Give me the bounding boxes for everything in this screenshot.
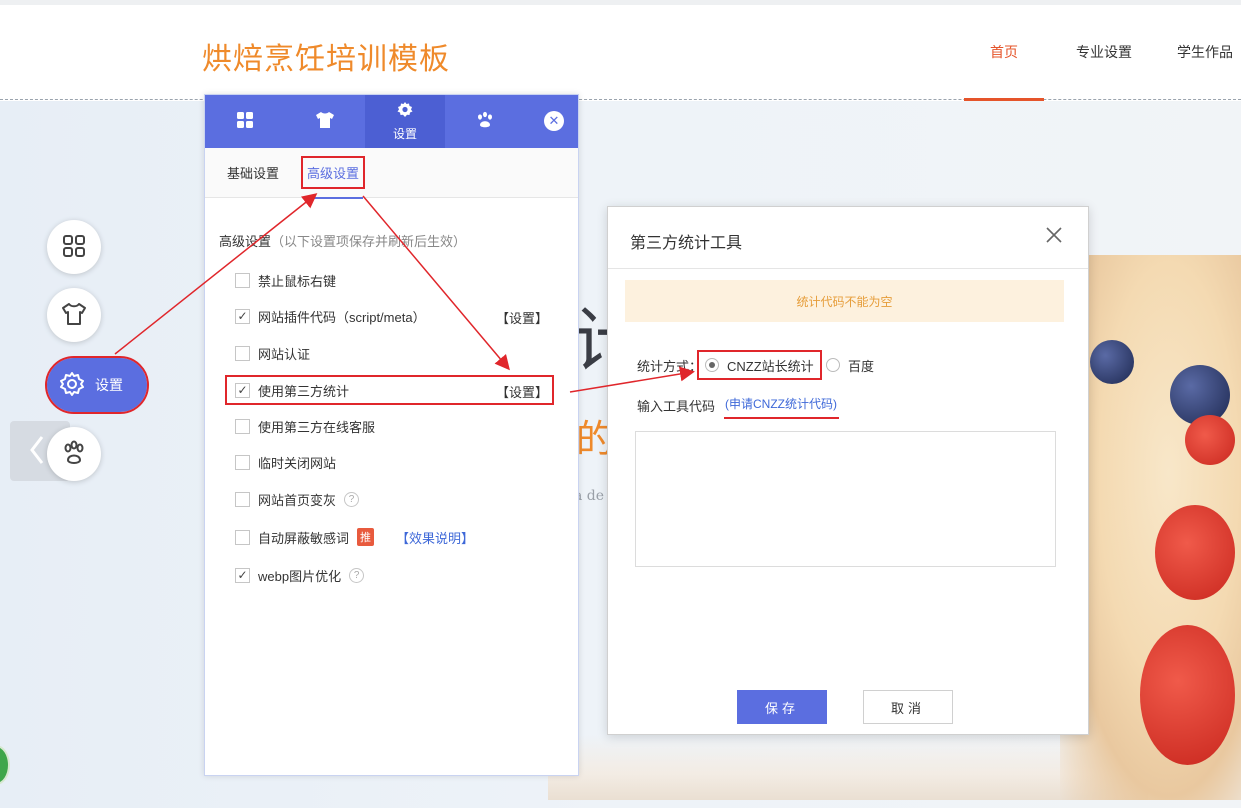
stats-dialog: 第三方统计工具 统计代码不能为空 统计方式： CNZZ站长统计 百度 输入工具代…	[607, 206, 1089, 735]
option-label: 网站插件代码（script/meta）	[258, 309, 426, 325]
stats-settings-link[interactable]: 【设置】	[496, 382, 548, 401]
checkbox[interactable]	[235, 529, 250, 545]
section-title: 高级设置（以下设置项保存并刷新后生效）	[219, 231, 466, 250]
radio-label: CNZZ站长统计	[727, 358, 814, 374]
side-plugin-button[interactable]	[47, 427, 101, 481]
grid-icon	[61, 233, 87, 262]
subtab-basic[interactable]: 基础设置	[225, 158, 281, 187]
hero-image-bottom	[548, 735, 1148, 800]
gear-icon	[396, 101, 414, 122]
cancel-button[interactable]: 取消	[863, 690, 953, 724]
tab-theme[interactable]	[285, 95, 365, 148]
close-icon[interactable]: ✕	[544, 111, 564, 131]
subtab-advanced[interactable]: 高级设置	[301, 156, 366, 199]
error-alert: 统计代码不能为空	[625, 280, 1064, 322]
recommend-badge: 推	[357, 528, 375, 546]
gear-icon	[59, 371, 85, 400]
settings-panel: 设置 ✕ 基础设置 高级设置 高级设置（以下设置项保存并刷新后生效） 禁止鼠标右…	[204, 94, 579, 776]
help-icon[interactable]: ?	[344, 491, 360, 507]
option-label: 网站首页变灰	[258, 492, 337, 508]
radio-baidu[interactable]: 百度	[826, 352, 874, 378]
side-settings-button[interactable]: 设置	[45, 356, 149, 414]
tab-layout[interactable]	[205, 95, 285, 148]
option-label: webp图片优化	[258, 568, 342, 584]
side-layout-button[interactable]	[47, 220, 101, 274]
code-label: 输入工具代码	[637, 399, 716, 414]
option-third-party-stats[interactable]: ✓ 使用第三方统计	[235, 379, 349, 401]
dialog-title: 第三方统计工具	[630, 235, 743, 252]
checkbox-checked[interactable]: ✓	[235, 567, 250, 583]
nav-majors[interactable]: 专业设置	[1076, 42, 1132, 62]
checkbox[interactable]	[235, 454, 250, 470]
shirt-icon	[60, 301, 88, 330]
side-theme-button[interactable]	[47, 288, 101, 342]
tab-plugins[interactable]	[445, 95, 525, 148]
option-label: 使用第三方在线客服	[258, 419, 376, 435]
shirt-icon	[315, 111, 335, 132]
checkbox-checked[interactable]: ✓	[235, 308, 250, 324]
radio-cnzz[interactable]: CNZZ站长统计	[697, 350, 822, 380]
option-disable-right-click[interactable]: 禁止鼠标右键	[235, 269, 336, 291]
checkbox-checked[interactable]: ✓	[235, 382, 250, 398]
option-label: 禁止鼠标右键	[258, 273, 337, 289]
plugin-code-settings-link[interactable]: 【设置】	[496, 308, 548, 327]
section-title-text: 高级设置	[219, 234, 272, 249]
apply-cnzz-link[interactable]: (申请CNZZ统计代码)	[725, 395, 837, 412]
checkbox[interactable]	[235, 345, 250, 361]
save-button[interactable]: 保存	[737, 690, 827, 724]
radio-label: 百度	[848, 358, 875, 374]
chevron-left-icon	[30, 435, 44, 468]
highlight-underline	[724, 417, 839, 419]
checkbox[interactable]	[235, 272, 250, 288]
option-label: 临时关闭网站	[258, 455, 337, 471]
option-webp[interactable]: ✓ webp图片优化 ?	[235, 564, 365, 586]
help-icon[interactable]: ?	[349, 567, 365, 583]
nav-student-works[interactable]: 学生作品	[1177, 42, 1233, 62]
nav-home[interactable]: 首页	[990, 42, 1018, 62]
grid-icon	[236, 111, 254, 132]
option-close-site[interactable]: 临时关闭网站	[235, 451, 336, 473]
radio-selected[interactable]	[705, 358, 719, 372]
paw-icon	[475, 111, 495, 132]
close-icon[interactable]	[1044, 225, 1064, 245]
panel-subtabs: 基础设置 高级设置	[205, 148, 578, 199]
option-label: 网站认证	[258, 346, 311, 362]
option-label: 使用第三方统计	[258, 383, 350, 399]
site-header: 烘焙烹饪培训模板 首页 专业设置 学生作品	[0, 0, 1241, 101]
paw-icon	[60, 440, 88, 469]
option-sensitive-words[interactable]: 自动屏蔽敏感词 推 【效果说明】	[235, 526, 474, 548]
checkbox[interactable]	[235, 418, 250, 434]
option-label: 自动屏蔽敏感词	[258, 530, 350, 546]
tab-settings-label: 设置	[392, 127, 417, 141]
divider	[608, 268, 1088, 269]
top-border	[0, 0, 1241, 5]
effect-explanation-link[interactable]: 【效果说明】	[396, 528, 474, 547]
checkbox[interactable]	[235, 491, 250, 507]
side-settings-label: 设置	[95, 377, 123, 393]
option-online-service[interactable]: 使用第三方在线客服	[235, 415, 375, 437]
site-title[interactable]: 烘焙烹饪培训模板	[202, 34, 450, 78]
method-label: 统计方式：	[637, 359, 703, 374]
tab-settings[interactable]: 设置	[365, 95, 445, 148]
option-site-verification[interactable]: 网站认证	[235, 342, 310, 364]
option-grayscale-home[interactable]: 网站首页变灰 ?	[235, 488, 360, 510]
code-input[interactable]	[635, 431, 1056, 567]
radio-unselected[interactable]	[826, 358, 840, 372]
panel-toolbar: 设置 ✕	[205, 95, 578, 148]
section-note: （以下设置项保存并刷新后生效）	[271, 234, 467, 249]
option-plugin-code[interactable]: ✓ 网站插件代码（script/meta）	[235, 305, 426, 327]
